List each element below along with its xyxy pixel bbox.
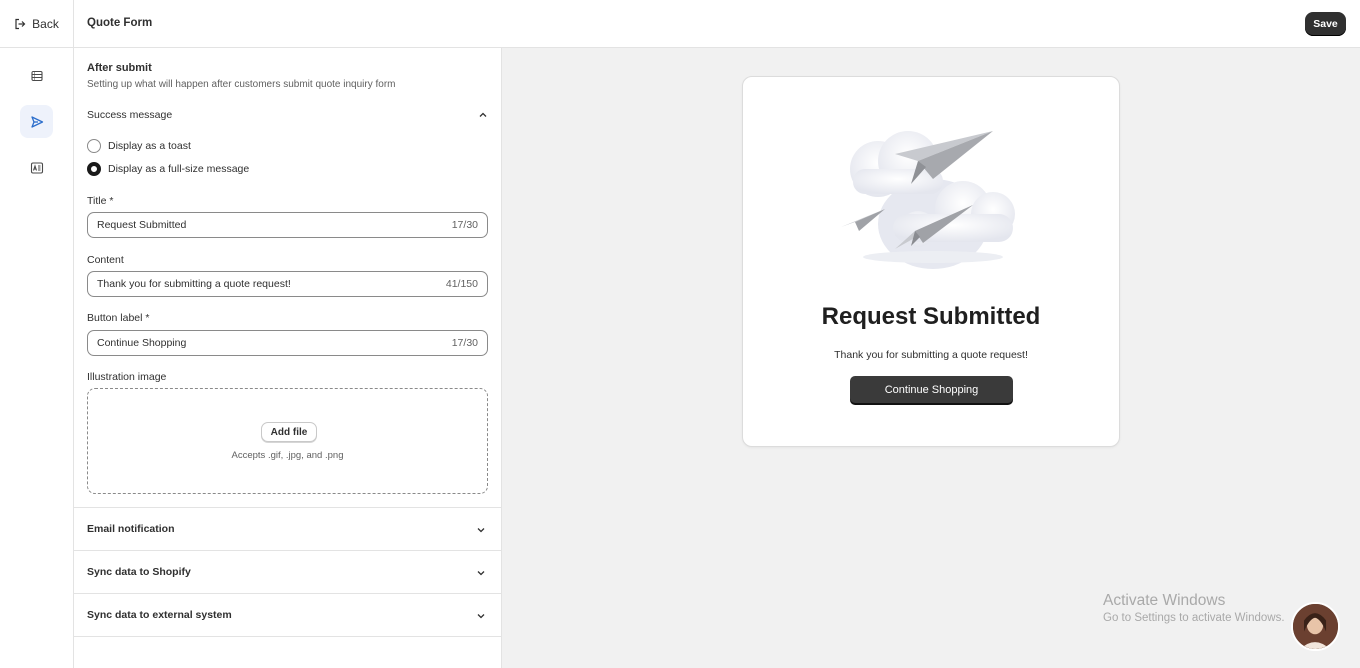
section-title: After submit bbox=[87, 62, 152, 74]
accepted-formats-text: Accepts .gif, .jpg, and .png bbox=[231, 450, 344, 461]
title-field[interactable]: 17/30 bbox=[87, 212, 488, 238]
sync-external-label: Sync data to external system bbox=[87, 609, 232, 621]
back-button[interactable]: Back bbox=[0, 0, 74, 48]
form-fields-icon bbox=[30, 70, 43, 81]
email-notification-section[interactable]: Email notification bbox=[74, 507, 501, 550]
button-label-field[interactable]: 17/30 bbox=[87, 330, 488, 356]
activate-windows-watermark: Activate Windows Go to Settings to activ… bbox=[1103, 592, 1285, 624]
sync-external-section[interactable]: Sync data to external system bbox=[74, 593, 501, 636]
radio-label: Display as a full-size message bbox=[108, 163, 250, 175]
save-button[interactable]: Save bbox=[1305, 12, 1346, 36]
content-char-count: 41/150 bbox=[445, 278, 478, 290]
preview-title: Request Submitted bbox=[821, 303, 1041, 330]
radio-button[interactable] bbox=[87, 162, 101, 176]
chevron-down-icon bbox=[477, 571, 485, 576]
preview-area: Request Submitted Thank you for submitti… bbox=[502, 48, 1360, 668]
chat-avatar[interactable] bbox=[1291, 602, 1340, 651]
sync-shopify-label: Sync data to Shopify bbox=[87, 566, 191, 578]
sync-shopify-section[interactable]: Sync data to Shopify bbox=[74, 550, 501, 593]
avatar-image bbox=[1293, 604, 1338, 649]
content-input[interactable] bbox=[97, 278, 417, 290]
title-input[interactable] bbox=[97, 219, 417, 231]
image-text-icon bbox=[30, 161, 43, 174]
title-char-count: 17/30 bbox=[451, 219, 478, 231]
rail-item-form-fields[interactable] bbox=[20, 59, 53, 92]
back-label: Back bbox=[32, 17, 59, 31]
chevron-up-icon bbox=[479, 112, 487, 117]
illustration-dropzone[interactable]: Add file Accepts .gif, .jpg, and .png bbox=[87, 388, 488, 494]
left-rail bbox=[0, 48, 74, 668]
chevron-down-icon bbox=[477, 614, 485, 619]
page-title: Quote Form bbox=[87, 17, 153, 29]
button-label-char-count: 17/30 bbox=[451, 337, 478, 349]
rail-item-after-submit[interactable] bbox=[20, 105, 53, 138]
chevron-down-icon bbox=[477, 528, 485, 533]
content-field-label: Content bbox=[87, 254, 124, 266]
top-bar: Back Quote Form Save bbox=[0, 0, 1360, 48]
send-icon bbox=[30, 115, 43, 128]
content-field[interactable]: 41/150 bbox=[87, 271, 488, 297]
rail-item-appearance[interactable] bbox=[20, 151, 53, 184]
preview-content: Thank you for submitting a quote request… bbox=[834, 349, 1028, 361]
watermark-subtitle: Go to Settings to activate Windows. bbox=[1103, 612, 1285, 624]
section-divider bbox=[74, 636, 501, 637]
exit-icon bbox=[15, 18, 26, 30]
title-field-label: Title * bbox=[87, 195, 114, 207]
paper-planes-illustration bbox=[841, 131, 1015, 269]
success-message-preview-card: Request Submitted Thank you for submitti… bbox=[742, 76, 1120, 447]
radio-display-toast[interactable]: Display as a toast bbox=[87, 139, 191, 153]
button-label-input[interactable] bbox=[97, 337, 417, 349]
illustration-label: Illustration image bbox=[87, 371, 167, 383]
radio-display-full-size[interactable]: Display as a full-size message bbox=[87, 162, 249, 176]
radio-label: Display as a toast bbox=[108, 140, 191, 152]
continue-shopping-button[interactable]: Continue Shopping bbox=[850, 376, 1013, 403]
success-message-label: Success message bbox=[87, 109, 173, 121]
button-label-field-label: Button label * bbox=[87, 312, 150, 324]
email-notification-label: Email notification bbox=[87, 523, 175, 535]
watermark-title: Activate Windows bbox=[1103, 592, 1226, 609]
add-file-button[interactable]: Add file bbox=[261, 422, 317, 442]
radio-button[interactable] bbox=[87, 139, 101, 153]
section-subtitle: Setting up what will happen after custom… bbox=[87, 79, 396, 90]
settings-panel: After submit Setting up what will happen… bbox=[74, 48, 502, 668]
success-message-header[interactable]: Success message bbox=[87, 107, 489, 123]
